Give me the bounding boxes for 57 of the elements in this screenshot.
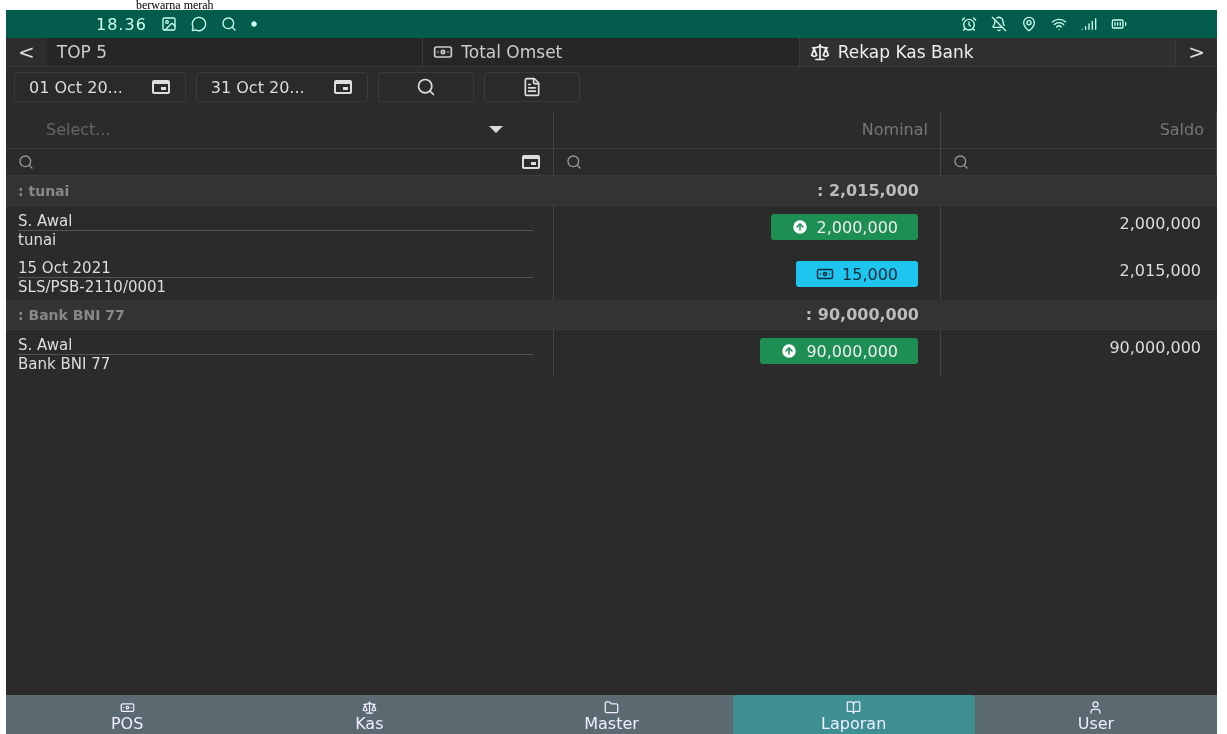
nav-tab[interactable]: User [974, 695, 1217, 734]
report-tab[interactable]: TOP 5 [46, 38, 424, 66]
search-icon [566, 154, 582, 170]
row-title: 15 Oct 2021 [18, 259, 533, 278]
wifi-icon [1051, 16, 1067, 32]
saldo-value: 2,015,000 [1118, 260, 1202, 282]
search-icon [220, 16, 237, 32]
folder-icon [604, 700, 619, 715]
group-label: : Bank BNI 77 [18, 306, 125, 323]
nav-tab[interactable]: Master [490, 695, 733, 734]
location-icon [1021, 16, 1037, 32]
battery-icon [1111, 16, 1127, 32]
group-label: : tunai [18, 182, 70, 199]
scale-icon [361, 700, 377, 715]
arrow-up-circle-icon [780, 342, 799, 360]
mute-icon [991, 16, 1007, 32]
search-icon [18, 154, 34, 170]
search-button[interactable] [377, 72, 474, 102]
dot-icon [250, 21, 257, 27]
report-tab[interactable]: Rekap Kas Bank [799, 38, 1177, 66]
dropdown-caret-icon [489, 126, 503, 133]
row-subtitle: tunai [18, 231, 58, 249]
image-icon [160, 16, 177, 32]
nav-tab[interactable]: POS [6, 695, 249, 734]
amount-badge: 2,000,000 [770, 214, 918, 240]
calendar-icon [150, 79, 171, 95]
calendar-icon [521, 154, 541, 170]
caption-text: berwarna merah [135, 0, 215, 10]
end-date-field[interactable]: 31 Oct 20... [195, 72, 368, 102]
amount-badge: 15,000 [796, 261, 918, 287]
search-icon [953, 154, 969, 170]
status-time: 18.36 [96, 14, 147, 34]
book-icon [846, 700, 862, 715]
column-header: Nominal [554, 111, 941, 149]
row-subtitle: Bank BNI 77 [18, 355, 112, 373]
saldo-value: 2,000,000 [1118, 213, 1202, 235]
row-title: S. Awal [18, 336, 533, 355]
chat-icon [190, 16, 207, 32]
search-icon [415, 77, 436, 97]
start-date-field[interactable]: 01 Oct 20... [14, 72, 186, 102]
signal-icon [1081, 16, 1097, 32]
arrow-up-circle-icon [790, 218, 809, 236]
calendar-icon [332, 79, 353, 95]
scale-icon [809, 42, 830, 62]
row-title: S. Awal [18, 212, 533, 231]
report-tab[interactable]: Total Omset [423, 38, 800, 66]
nav-tab[interactable]: Kas [248, 695, 491, 734]
saldo-value: 90,000,000 [1108, 337, 1202, 359]
pdf-button[interactable] [483, 72, 580, 102]
column-header: Saldo [941, 111, 1217, 149]
alarm-icon [961, 16, 977, 32]
row-subtitle: SLS/PSB-2110/0001 [18, 278, 168, 296]
banknote-icon [119, 700, 135, 715]
group-total: : 90,000,000 [554, 300, 941, 330]
group-total: : 2,015,000 [554, 176, 941, 206]
user-icon [1088, 700, 1104, 715]
amount-badge: 90,000,000 [760, 338, 918, 364]
